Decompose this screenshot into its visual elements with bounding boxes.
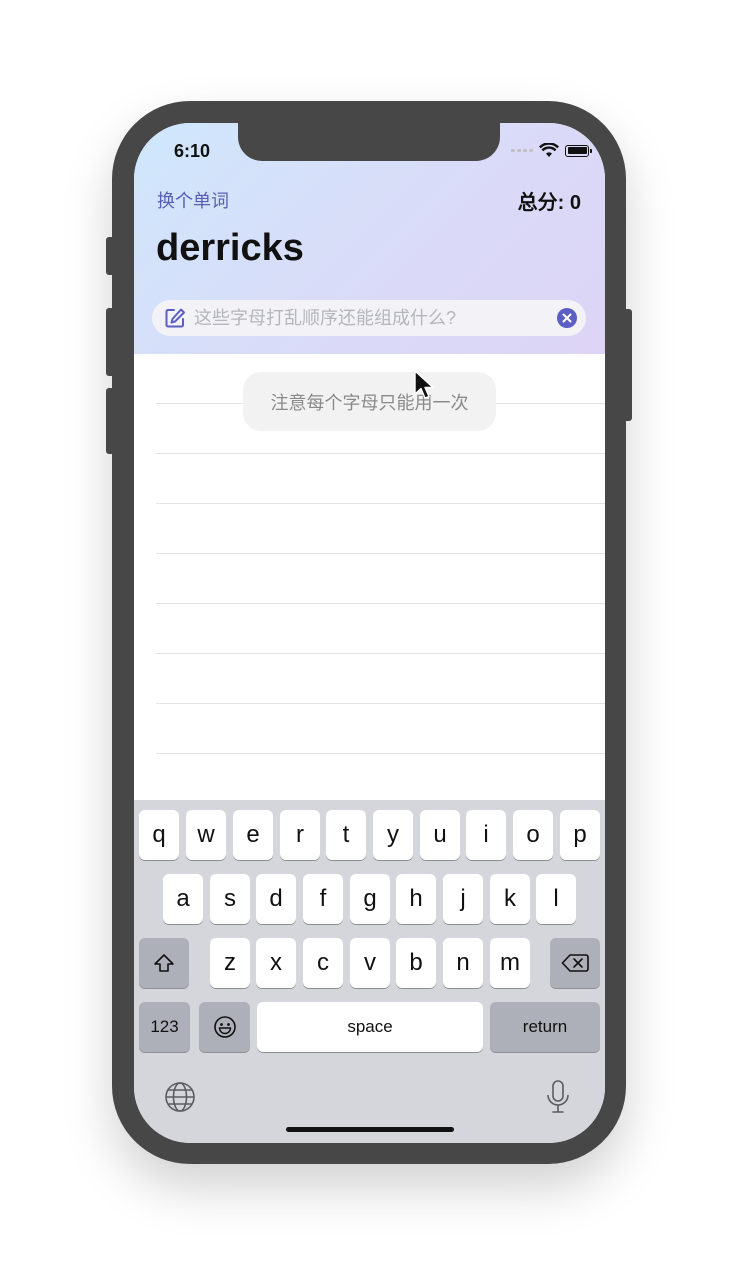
list-divider <box>156 653 605 654</box>
shift-icon <box>154 954 174 972</box>
signal-icon <box>511 149 533 152</box>
return-key[interactable]: return <box>490 1002 600 1052</box>
keyboard: q w e r t y u i o p a s d f g h j k l z … <box>134 800 605 1143</box>
answer-input[interactable] <box>194 300 544 336</box>
key-m[interactable]: m <box>490 938 530 988</box>
key-j[interactable]: j <box>443 874 483 924</box>
phone-screen: 6:10 换个单词 总分: 0 derricks 这些字母打乱顺序还能组成什么?… <box>134 123 605 1143</box>
home-indicator <box>286 1127 454 1132</box>
answer-input-bar[interactable] <box>152 300 586 336</box>
key-x[interactable]: x <box>256 938 296 988</box>
status-icons <box>511 143 592 158</box>
numbers-key[interactable]: 123 <box>139 1002 190 1052</box>
key-b[interactable]: b <box>396 938 436 988</box>
notch <box>238 123 500 161</box>
score-label: 总分: 0 <box>517 192 581 214</box>
volume-down-button <box>106 388 114 454</box>
hint-toast: 注意每个字母只能用一次 <box>243 372 496 431</box>
header: 6:10 换个单词 总分: 0 derricks <box>134 123 605 354</box>
key-y[interactable]: y <box>373 810 413 860</box>
key-o[interactable]: o <box>513 810 553 860</box>
list-divider <box>156 503 605 504</box>
key-h[interactable]: h <box>396 874 436 924</box>
key-a[interactable]: a <box>163 874 203 924</box>
current-word: derricks <box>156 227 304 269</box>
key-w[interactable]: w <box>186 810 226 860</box>
list-divider <box>156 553 605 554</box>
list-divider <box>156 453 605 454</box>
key-l[interactable]: l <box>536 874 576 924</box>
volume-up-button <box>106 308 114 376</box>
key-r[interactable]: r <box>280 810 320 860</box>
edit-icon <box>165 308 185 328</box>
key-p[interactable]: p <box>560 810 600 860</box>
list-divider <box>156 603 605 604</box>
power-button <box>624 309 632 421</box>
emoji-key[interactable] <box>199 1002 250 1052</box>
list-divider <box>156 703 605 704</box>
battery-icon <box>565 144 592 157</box>
mouse-cursor-icon <box>414 370 434 399</box>
microphone-icon[interactable] <box>545 1079 571 1115</box>
key-z[interactable]: z <box>210 938 250 988</box>
list-divider <box>156 753 605 754</box>
change-word-button[interactable]: 换个单词 <box>157 187 229 213</box>
key-v[interactable]: v <box>350 938 390 988</box>
emoji-icon <box>213 1016 236 1038</box>
key-g[interactable]: g <box>350 874 390 924</box>
key-n[interactable]: n <box>443 938 483 988</box>
backspace-icon <box>561 954 589 972</box>
silent-switch <box>106 237 114 275</box>
globe-icon[interactable] <box>164 1081 196 1113</box>
status-time: 6:10 <box>174 141 211 161</box>
clear-icon[interactable] <box>557 308 577 328</box>
key-c[interactable]: c <box>303 938 343 988</box>
key-e[interactable]: e <box>233 810 273 860</box>
key-u[interactable]: u <box>420 810 460 860</box>
key-k[interactable]: k <box>490 874 530 924</box>
key-s[interactable]: s <box>210 874 250 924</box>
space-key[interactable]: space <box>257 1002 483 1052</box>
key-f[interactable]: f <box>303 874 343 924</box>
key-i[interactable]: i <box>466 810 506 860</box>
key-d[interactable]: d <box>256 874 296 924</box>
backspace-key[interactable] <box>550 938 600 988</box>
key-q[interactable]: q <box>139 810 179 860</box>
key-t[interactable]: t <box>326 810 366 860</box>
wifi-icon <box>539 143 559 157</box>
shift-key[interactable] <box>139 938 189 988</box>
